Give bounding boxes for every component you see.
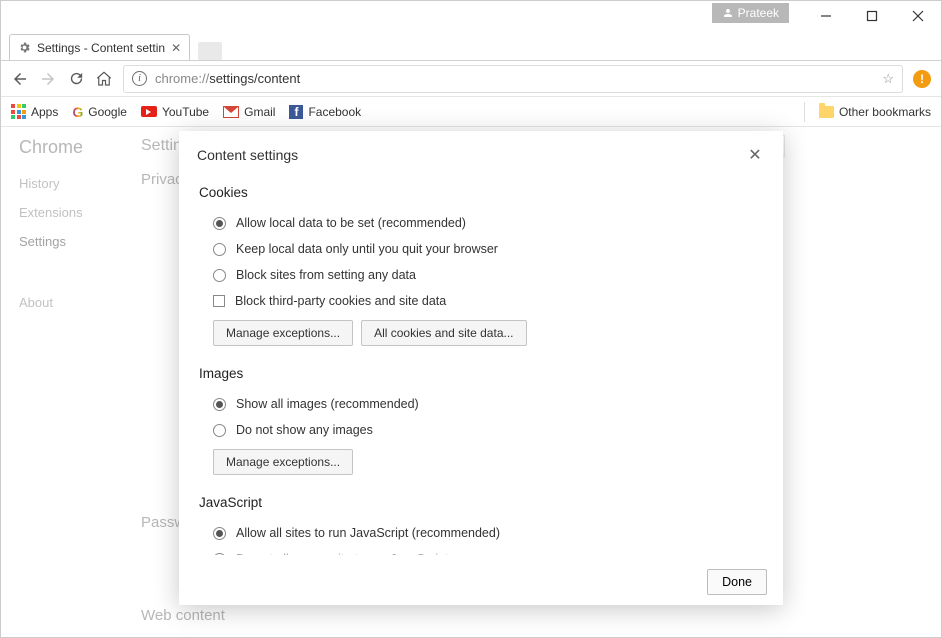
radio-icon — [213, 398, 226, 411]
bookmark-label: Other bookmarks — [839, 105, 931, 119]
window-close-button[interactable] — [895, 1, 941, 31]
content-settings-dialog: Content settings ✕ Cookies Allow local d… — [179, 131, 783, 605]
sidebar-item-history[interactable]: History — [19, 176, 123, 191]
option-label: Allow local data to be set (recommended) — [236, 216, 466, 230]
javascript-heading: JavaScript — [199, 495, 761, 510]
radio-icon — [213, 553, 226, 556]
bookmark-label: Facebook — [308, 105, 361, 119]
profile-badge[interactable]: Prateek — [712, 3, 789, 23]
radio-icon — [213, 527, 226, 540]
sidebar-item-settings[interactable]: Settings — [19, 234, 123, 249]
nav-back-button[interactable] — [11, 70, 29, 88]
dialog-title: Content settings — [197, 147, 298, 163]
window-minimize-button[interactable] — [803, 1, 849, 31]
option-label: Block third-party cookies and site data — [235, 294, 446, 308]
javascript-section: JavaScript Allow all sites to run JavaSc… — [199, 495, 761, 555]
cookies-allow-option[interactable]: Allow local data to be set (recommended) — [199, 210, 761, 236]
images-block-option[interactable]: Do not show any images — [199, 417, 761, 443]
option-label: Do not allow any site to run JavaScript — [236, 552, 449, 555]
gmail-icon — [223, 106, 239, 118]
radio-icon — [213, 424, 226, 437]
url-text: chrome://settings/content — [155, 71, 300, 86]
bookmark-other-folder[interactable]: Other bookmarks — [819, 105, 931, 119]
bookmarks-bar: Apps G Google YouTube Gmail f Facebook Oth… — [1, 97, 941, 127]
profile-name: Prateek — [738, 6, 779, 20]
folder-icon — [819, 106, 834, 118]
images-show-option[interactable]: Show all images (recommended) — [199, 391, 761, 417]
alert-badge-icon[interactable]: ! — [913, 70, 931, 88]
images-section: Images Show all images (recommended) Do … — [199, 366, 761, 475]
option-label: Do not show any images — [236, 423, 373, 437]
address-bar[interactable]: i chrome://settings/content ☆ — [123, 65, 903, 93]
tab-strip: Settings - Content settin ✕ — [1, 31, 941, 61]
option-label: Show all images (recommended) — [236, 397, 419, 411]
bookmark-label: Gmail — [244, 105, 275, 119]
nav-home-button[interactable] — [95, 70, 113, 88]
cookies-section: Cookies Allow local data to be set (reco… — [199, 185, 761, 346]
images-heading: Images — [199, 366, 761, 381]
dialog-done-button[interactable]: Done — [707, 569, 767, 595]
sidebar-item-about[interactable]: About — [19, 295, 123, 310]
new-tab-button[interactable] — [198, 42, 222, 60]
cookies-session-option[interactable]: Keep local data only until you quit your… — [199, 236, 761, 262]
facebook-icon: f — [289, 105, 303, 119]
cookies-heading: Cookies — [199, 185, 761, 200]
sidebar-item-extensions[interactable]: Extensions — [19, 205, 123, 220]
cookies-thirdparty-checkbox[interactable]: Block third-party cookies and site data — [199, 288, 761, 314]
apps-grid-icon — [11, 104, 26, 119]
checkbox-icon — [213, 295, 225, 307]
bookmark-apps[interactable]: Apps — [11, 104, 58, 119]
bookmark-facebook[interactable]: f Facebook — [289, 105, 361, 119]
browser-tab[interactable]: Settings - Content settin ✕ — [9, 34, 190, 60]
site-info-icon[interactable]: i — [132, 71, 147, 86]
cookies-block-option[interactable]: Block sites from setting any data — [199, 262, 761, 288]
javascript-block-option[interactable]: Do not allow any site to run JavaScript — [199, 546, 761, 555]
dialog-scroll-area[interactable]: Cookies Allow local data to be set (reco… — [199, 175, 775, 555]
tab-close-icon[interactable]: ✕ — [171, 41, 181, 55]
bookmark-label: Google — [88, 105, 127, 119]
separator — [804, 102, 805, 122]
radio-icon — [213, 217, 226, 230]
images-manage-exceptions-button[interactable]: Manage exceptions... — [213, 449, 353, 475]
cookies-manage-exceptions-button[interactable]: Manage exceptions... — [213, 320, 353, 346]
bookmark-label: Apps — [31, 105, 58, 119]
gear-icon — [18, 41, 31, 54]
radio-icon — [213, 243, 226, 256]
google-icon: G — [72, 104, 83, 120]
option-label: Block sites from setting any data — [236, 268, 416, 282]
sidebar-brand: Chrome — [19, 137, 123, 158]
youtube-icon — [141, 106, 157, 117]
web-content-section-label: Web content — [141, 607, 941, 624]
cookies-all-data-button[interactable]: All cookies and site data... — [361, 320, 526, 346]
window-titlebar: Prateek — [1, 1, 941, 31]
bookmark-label: YouTube — [162, 105, 209, 119]
option-label: Keep local data only until you quit your… — [236, 242, 498, 256]
bookmark-youtube[interactable]: YouTube — [141, 105, 209, 119]
bookmark-google[interactable]: G Google — [72, 104, 127, 120]
option-label: Allow all sites to run JavaScript (recom… — [236, 526, 500, 540]
nav-reload-button[interactable] — [67, 70, 85, 88]
radio-icon — [213, 269, 226, 282]
browser-toolbar: i chrome://settings/content ☆ ! — [1, 61, 941, 97]
settings-sidebar: Chrome History Extensions Settings About — [1, 127, 141, 637]
dialog-close-button[interactable]: ✕ — [745, 145, 765, 165]
person-icon — [722, 7, 734, 19]
nav-forward-button[interactable] — [39, 70, 57, 88]
bookmark-star-icon[interactable]: ☆ — [882, 71, 894, 87]
bookmark-gmail[interactable]: Gmail — [223, 105, 275, 119]
javascript-allow-option[interactable]: Allow all sites to run JavaScript (recom… — [199, 520, 761, 546]
window-maximize-button[interactable] — [849, 1, 895, 31]
tab-title: Settings - Content settin — [37, 41, 165, 55]
